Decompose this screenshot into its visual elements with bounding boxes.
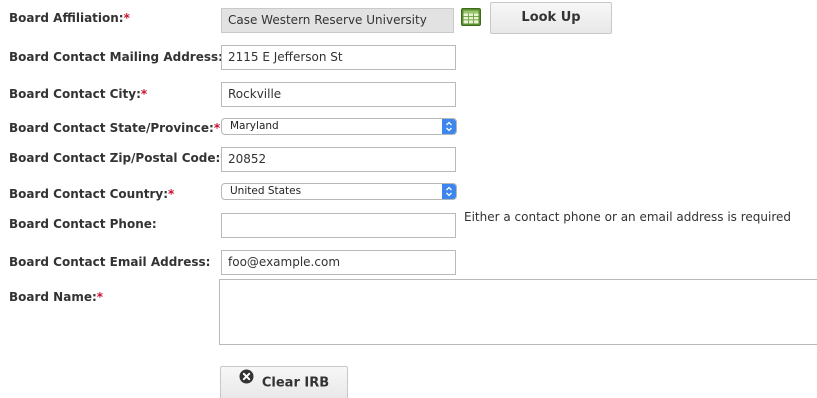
affiliation-field: Case Western Reserve University (221, 8, 454, 33)
city-label: Board Contact City:* (9, 87, 148, 101)
email-label: Board Contact Email Address: (9, 255, 211, 269)
board-name-label: Board Name:* (9, 290, 104, 304)
select-arrows-icon (442, 119, 456, 134)
spreadsheet-icon[interactable] (461, 8, 481, 26)
required-mark: * (213, 121, 221, 135)
lookup-button[interactable]: Look Up (490, 2, 612, 34)
required-mark: * (168, 187, 175, 201)
phone-input[interactable] (221, 213, 456, 238)
mailing-address-input[interactable]: 2115 E Jefferson St (221, 45, 456, 70)
board-contact-form: Board Affiliation:* Case Western Reserve… (0, 0, 817, 398)
country-label: Board Contact Country:* (9, 187, 175, 201)
state-selected-value: Maryland (230, 120, 279, 132)
board-name-textarea[interactable] (219, 279, 817, 345)
state-label: Board Contact State/Province:* (9, 121, 221, 135)
country-selected-value: United States (230, 185, 302, 197)
affiliation-label: Board Affiliation:* (9, 11, 130, 25)
clear-irb-button[interactable]: Clear IRB (220, 366, 348, 398)
contact-requirement-hint: Either a contact phone or an email addre… (464, 210, 792, 224)
phone-label: Board Contact Phone: (9, 217, 157, 231)
state-select[interactable]: Maryland (221, 118, 457, 135)
zip-label: Board Contact Zip/Postal Code:* (9, 151, 227, 165)
required-mark: * (96, 290, 104, 304)
email-input[interactable]: foo@example.com (221, 250, 456, 275)
city-input[interactable]: Rockville (221, 82, 456, 107)
country-select[interactable]: United States (221, 183, 457, 200)
zip-input[interactable]: 20852 (221, 147, 456, 172)
required-mark: * (140, 87, 148, 101)
clear-irb-label: Clear IRB (261, 375, 330, 391)
mailing-address-label: Board Contact Mailing Address:* (9, 50, 229, 64)
close-circle-icon (239, 365, 254, 397)
required-mark: * (123, 11, 130, 25)
select-arrows-icon (442, 184, 456, 199)
